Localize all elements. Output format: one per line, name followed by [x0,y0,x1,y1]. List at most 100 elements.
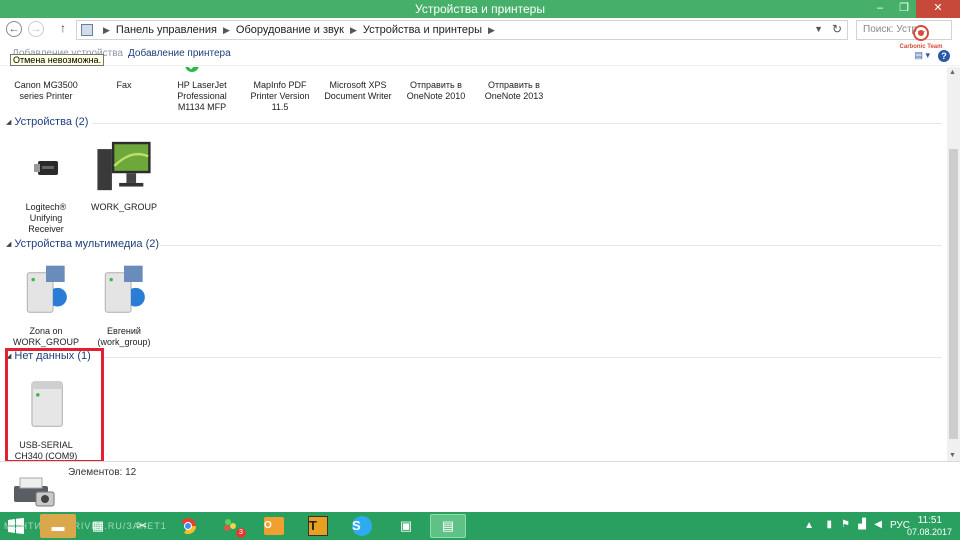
printer-icon [490,67,538,73]
address-row: ← → ↑ ▶ Панель управления ▶ Оборудование… [0,18,960,42]
breadcrumb: ▶ Панель управления ▶ Оборудование и зву… [103,24,495,36]
network-signal-icon[interactable]: ▟ [858,519,866,530]
fax-icon [100,67,148,73]
group-title: Устройства (2) [14,116,89,128]
printer-icon [256,67,304,73]
group-title: Устройства мультимедиа (2) [14,238,160,250]
watermark-text: Carbonic Team [899,44,943,50]
item-count: Элементов: 12 [68,467,137,478]
media-server-icon [26,265,67,313]
outlook-icon[interactable]: O [256,514,292,538]
devices-printers-icon [14,477,55,507]
media-device-item[interactable]: Евгений (work_group) [86,259,162,348]
address-bar[interactable]: ▶ Панель управления ▶ Оборудование и зву… [76,20,848,40]
close-button[interactable]: ✕ [916,0,960,18]
printer-item[interactable]: MapInfo PDF Printer Version 11.5 [242,67,318,113]
notification-badge: 3 [236,528,246,538]
item-label: WORK_GROUP [90,202,157,212]
default-printer-icon [185,67,199,72]
back-arrow-icon[interactable]: ← [6,21,22,37]
scissors-icon[interactable]: ✂ [124,514,160,538]
printer-item[interactable]: Отправить в OneNote 2013 [476,67,552,102]
item-label: Canon MG3500 series Printer [14,80,78,101]
control-panel-icon [81,24,93,36]
usb-receiver-icon [34,161,58,175]
tray-expand-icon[interactable]: ▲ [804,520,814,531]
printer-icon [412,67,460,73]
printer-item[interactable]: Fax [86,67,162,91]
calculator-icon[interactable]: ▦ [80,514,116,538]
forward-arrow-icon[interactable]: → [28,21,44,37]
help-icon[interactable]: ? [938,50,950,62]
collapse-triangle-icon[interactable]: ◢ [6,118,11,126]
details-pane: Элементов: 12 [0,461,960,512]
gear-logo-icon [913,25,929,41]
clock-date[interactable]: 07.08.2017 [907,527,952,537]
item-label: Отправить в OneNote 2013 [484,80,544,101]
breadcrumb-item[interactable]: Панель управления [116,24,217,36]
volume-icon[interactable]: ◀ [874,519,882,530]
computer-icon [97,141,151,191]
command-bar: Добавление устройства Добавление принтер… [0,42,960,66]
item-label: Евгений (work_group) [97,326,151,347]
refresh-icon[interactable]: ↻ [832,22,842,36]
chevron-right-icon[interactable]: ▶ [350,25,357,36]
maximize-button[interactable]: ❐ [892,0,916,18]
group-divider [104,357,942,358]
devices-printers-icon[interactable]: ▤ [430,514,466,538]
battery-icon[interactable]: ▮ [826,519,832,530]
scrollbar-thumb[interactable] [949,149,958,439]
flag-icon[interactable]: ⚑ [841,519,850,530]
media-server-icon [104,265,145,313]
item-label: HP LaserJet Professional M1134 MFP [177,80,227,112]
highlight-box [5,348,104,463]
view-options-icon[interactable]: ▤ ▾ [914,50,930,62]
printer-item[interactable]: Microsoft XPS Document Writer [320,67,396,102]
taskbar: МОНТИКАЛ.DRIVE2.RU/ЗАНЕТ1 ▬ ▦ ✂ 3 O T S … [0,512,960,540]
group-header-devices[interactable]: ◢ Устройства (2) [6,116,88,128]
device-list: Canon MG3500 series Printer Fax HP Laser… [0,67,947,461]
title-bar: Устройства и принтеры ‒ ❐ ✕ [0,0,960,18]
chevron-down-icon[interactable]: ▼ [814,24,823,34]
item-label: Zona on WORK_GROUP [12,326,79,347]
clock-time[interactable]: 11:51 [918,515,942,526]
view-controls: ▤ ▾ ? [914,50,950,62]
window-title: Устройства и принтеры [415,2,545,16]
printer-icon [22,67,70,73]
device-item[interactable]: WORK_GROUP [86,137,162,213]
printer-item[interactable]: Canon MG3500 series Printer [8,67,84,102]
chrome-icon[interactable] [170,514,206,538]
group-divider [92,123,942,124]
chevron-right-icon[interactable]: ▶ [223,25,230,36]
skype-icon[interactable]: S [344,514,380,538]
media-device-item[interactable]: Zona on WORK_GROUP [8,259,84,348]
vertical-scrollbar[interactable]: ▲ ▼ [947,67,960,461]
watermark-logo: Carbonic Team [896,24,946,50]
device-item[interactable]: Logitech® Unifying Receiver [8,147,84,235]
chevron-right-icon[interactable]: ▶ [488,25,495,36]
item-label: Отправить в OneNote 2010 [406,80,466,101]
game-icon[interactable]: 3 [212,514,248,538]
minimize-button[interactable]: ‒ [868,0,892,18]
printer-icon [334,67,382,73]
add-printer-button[interactable]: Добавление принтера [128,48,231,59]
scroll-down-icon[interactable]: ▼ [949,452,956,459]
scroll-up-icon[interactable]: ▲ [949,69,956,76]
item-label: MapInfo PDF Printer Version 11.5 [250,80,310,112]
up-arrow-icon[interactable]: ↑ [60,21,66,35]
item-label: Logitech® Unifying Receiver [25,202,67,234]
breadcrumb-item[interactable]: Устройства и принтеры [363,24,482,36]
breadcrumb-item[interactable]: Оборудование и звук [236,24,344,36]
collapse-triangle-icon[interactable]: ◢ [6,240,11,248]
group-header-multimedia[interactable]: ◢ Устройства мультимедиа (2) [6,238,159,250]
total-commander-icon[interactable]: T [300,514,336,538]
item-label: Microsoft XPS Document Writer [324,80,392,101]
printer-item[interactable]: HP LaserJet Professional M1134 MFP [164,67,240,113]
printer-item[interactable]: Отправить в OneNote 2010 [398,67,474,102]
tooltip: Отмена невозможна. [10,54,105,66]
window-controls: ‒ ❐ ✕ [868,0,960,18]
group-divider [160,245,942,246]
network-icon[interactable]: ▣ [388,514,424,538]
file-explorer-icon[interactable]: ▬ [40,514,76,538]
chevron-right-icon: ▶ [103,25,110,35]
